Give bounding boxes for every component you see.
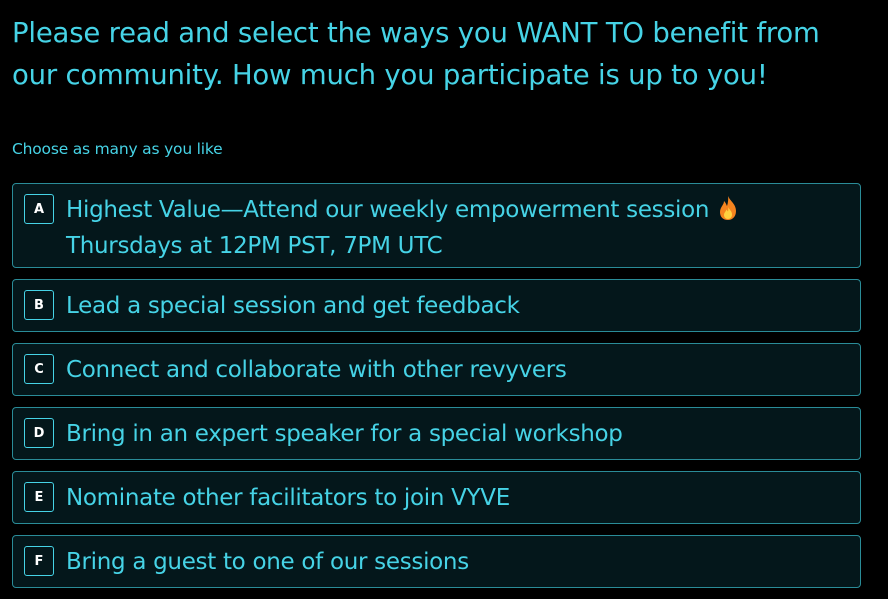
- choice-key-a: A: [24, 194, 54, 224]
- choice-option-a[interactable]: A Highest Value—Attend our weekly empowe…: [12, 183, 861, 268]
- choice-label-a: Highest Value—Attend our weekly empowerm…: [66, 192, 850, 264]
- choice-option-c[interactable]: C Connect and collaborate with other rev…: [12, 343, 861, 396]
- choice-key-f: F: [24, 546, 54, 576]
- choice-label-c: Connect and collaborate with other revyv…: [66, 356, 567, 383]
- fire-icon: [720, 196, 737, 220]
- choice-key-e: E: [24, 482, 54, 512]
- choice-key-c: C: [24, 354, 54, 384]
- choice-label-d: Bring in an expert speaker for a special…: [66, 420, 623, 447]
- question-title: Please read and select the ways you WANT…: [12, 17, 820, 91]
- choice-key-d: D: [24, 418, 54, 448]
- choice-option-f[interactable]: F Bring a guest to one of our sessions: [12, 535, 861, 588]
- choice-key-b: B: [24, 290, 54, 320]
- choice-option-d[interactable]: D Bring in an expert speaker for a speci…: [12, 407, 861, 460]
- choice-label-b: Lead a special session and get feedback: [66, 292, 520, 319]
- choice-label-e: Nominate other facilitators to join VYVE: [66, 484, 510, 511]
- choice-label-f: Bring a guest to one of our sessions: [66, 548, 469, 575]
- question-helper-text: Choose as many as you like: [12, 140, 223, 158]
- choice-option-e[interactable]: E Nominate other facilitators to join VY…: [12, 471, 861, 524]
- choice-option-b[interactable]: B Lead a special session and get feedbac…: [12, 279, 861, 332]
- choice-list: A Highest Value—Attend our weekly empowe…: [12, 183, 861, 599]
- choice-label-a-main: Highest Value—Attend our weekly empowerm…: [66, 197, 710, 223]
- choice-sublabel-a: Thursdays at 12PM PST, 7PM UTC: [66, 233, 443, 259]
